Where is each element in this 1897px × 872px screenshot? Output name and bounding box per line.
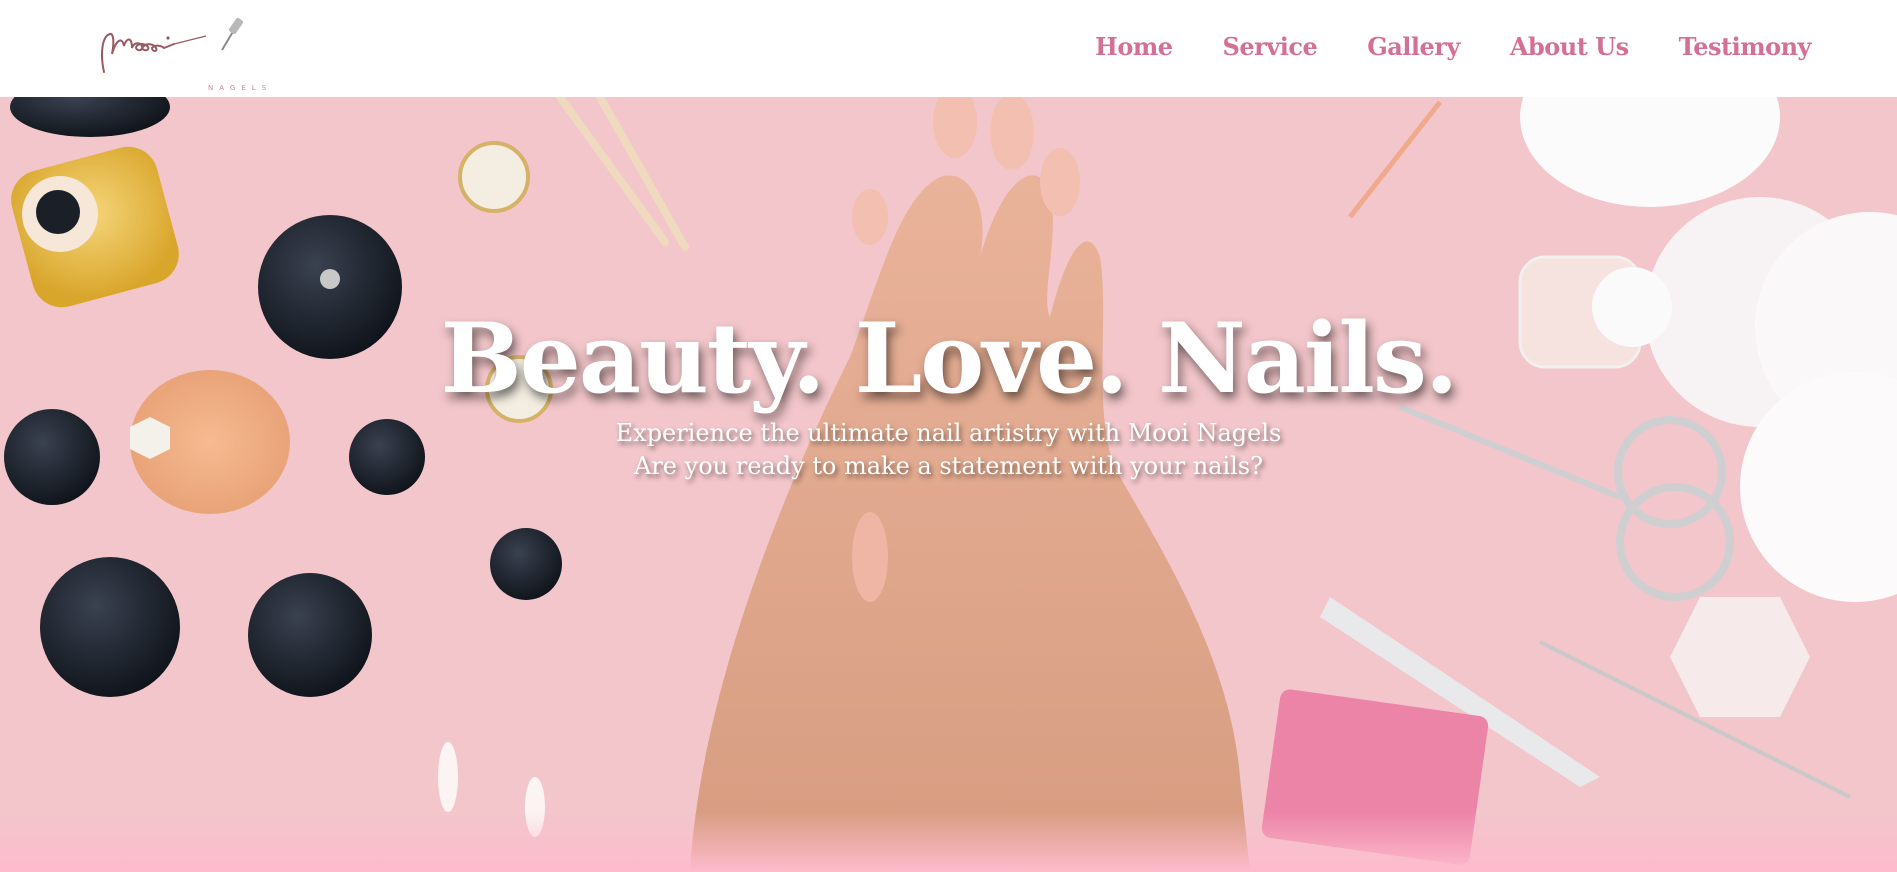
nav-home[interactable]: Home [1095, 32, 1173, 61]
main-nav: Home Service Gallery About Us Testimony [1095, 32, 1811, 61]
hero-bottom-fade [0, 812, 1897, 872]
nav-testimony[interactable]: Testimony [1679, 32, 1812, 61]
nav-service[interactable]: Service [1223, 32, 1318, 61]
hero-subtitle-line-1: Experience the ultimate nail artistry wi… [615, 419, 1282, 447]
nav-gallery[interactable]: Gallery [1367, 32, 1460, 61]
nav-about-us[interactable]: About Us [1510, 32, 1629, 61]
hero-subtitle: Experience the ultimate nail artistry wi… [0, 417, 1897, 483]
hero-background-image [0, 97, 1897, 872]
hero-title: Beauty. Love. Nails. [440, 302, 1459, 415]
site-header: NAGELS Home Service Gallery About Us Tes… [0, 0, 1897, 97]
brand-logo[interactable]: NAGELS [96, 14, 266, 92]
hero-subtitle-line-2: Are you ready to make a statement with y… [634, 452, 1263, 480]
logo-subtext: NAGELS [208, 84, 273, 92]
nail-polish-brush-icon [221, 17, 244, 51]
hero-section: Beauty. Love. Nails. Experience the ulti… [0, 97, 1897, 872]
